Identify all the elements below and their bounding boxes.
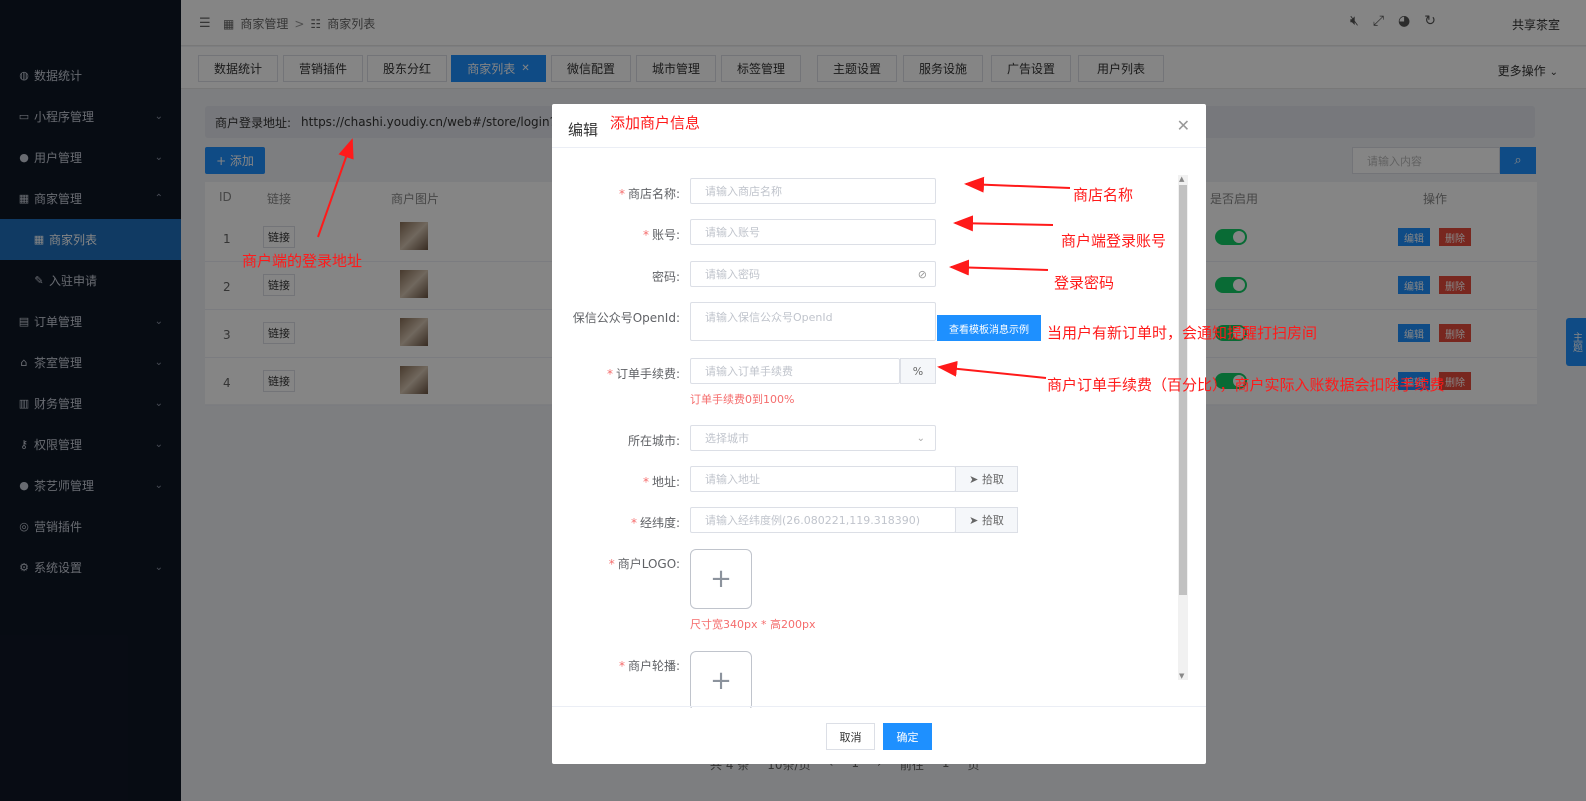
annotation-store-name: 商店名称: [1073, 186, 1134, 204]
annotation-openid: 当用户有新订单时，会通知提醒打扫房间: [1047, 324, 1318, 342]
annotation-arrows: [317, 138, 1071, 379]
annotation-arrow: [953, 215, 1054, 232]
annotation-fee: 商户订单手续费（百分比），商户实际入账数据会扣除手续费: [1047, 376, 1445, 394]
annotation-arrow: [937, 360, 1047, 379]
annotation-password: 登录密码: [1054, 274, 1115, 292]
annotation-arrow: [317, 138, 354, 238]
annotation-arrow: [949, 259, 1049, 276]
annotation-dialog-title: 添加商户信息: [610, 114, 701, 132]
annotation-login-url: 商户端的登录地址: [242, 252, 363, 270]
annotation-account: 商户端登录账号: [1061, 232, 1167, 250]
annotation-arrow: [964, 176, 1071, 193]
